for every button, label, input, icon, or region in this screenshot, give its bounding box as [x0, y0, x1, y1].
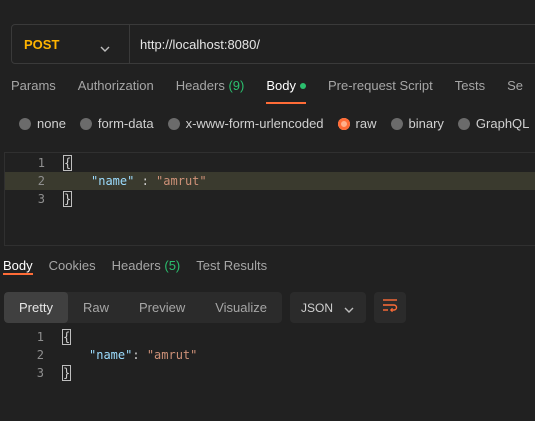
line-number: 1: [37, 156, 45, 170]
chevron-down-icon: [344, 303, 354, 317]
radio-circle-icon: [167, 117, 180, 130]
tab-label: Authorization: [77, 78, 154, 93]
url-input[interactable]: http://localhost:8080/: [130, 37, 260, 52]
tab-tests[interactable]: Tests: [455, 78, 485, 102]
radio-circle-icon: [19, 117, 31, 130]
tab-params[interactable]: Params: [11, 78, 56, 102]
tab-label: Body: [266, 78, 296, 93]
tab-body[interactable]: Body: [266, 78, 306, 104]
tab-headers[interactable]: Headers (9): [176, 78, 245, 102]
radio-none[interactable]: none: [19, 116, 66, 131]
format-select[interactable]: JSON: [290, 292, 367, 323]
json-value: "amrut": [156, 174, 207, 188]
method-label: POST: [24, 36, 60, 52]
url-bar: POST http://localhost:8080/: [11, 24, 535, 64]
json-value: "amrut": [146, 348, 198, 362]
code-line: 3 }: [4, 364, 535, 382]
json-key: "name": [91, 174, 135, 188]
radio-circle-icon: [457, 117, 470, 130]
response-body-viewer[interactable]: 1 { 2 "name": "amrut" 3 }: [4, 328, 535, 388]
code-line: 1 {: [5, 154, 535, 172]
format-label: JSON: [301, 300, 334, 315]
wrap-lines-icon: [382, 298, 398, 317]
tab-pre-request-script[interactable]: Pre-request Script: [328, 78, 433, 102]
line-number: 2: [37, 174, 45, 188]
response-tab-headers[interactable]: Headers (5): [112, 258, 181, 273]
open-brace: {: [62, 329, 72, 345]
radio-selected-icon: [337, 117, 350, 130]
tab-label: Params: [11, 78, 56, 93]
response-tabs: Body Cookies Headers (5) Test Results: [3, 258, 283, 275]
response-tab-cookies[interactable]: Cookies: [49, 258, 96, 273]
radio-label: binary: [408, 116, 444, 131]
radio-form-data[interactable]: form-data: [79, 116, 154, 131]
code-line: 1 {: [4, 328, 535, 346]
radio-label: raw: [355, 116, 377, 131]
tab-authorization[interactable]: Authorization: [78, 78, 154, 102]
view-mode-segmented: Pretty Raw Preview Visualize: [4, 292, 283, 323]
view-visualize[interactable]: Visualize: [200, 292, 282, 323]
radio-label: form-data: [97, 116, 154, 131]
tab-label: Pre-request Script: [327, 78, 433, 93]
open-brace: {: [63, 155, 73, 171]
json-separator: :: [132, 348, 147, 362]
tab-label: Headers: [111, 258, 161, 273]
modified-dot-icon: [299, 82, 306, 89]
close-brace: }: [63, 191, 73, 207]
view-pretty[interactable]: Pretty: [4, 292, 68, 323]
line-number: 3: [36, 366, 44, 380]
tab-label: Body: [3, 258, 33, 273]
request-body-editor[interactable]: 1 { 2 "name" : "amrut" 3 }: [4, 152, 535, 246]
headers-count: (5): [164, 258, 181, 273]
chevron-down-icon: [100, 40, 110, 58]
response-toolbar: Pretty Raw Preview Visualize JSON: [4, 292, 407, 323]
radio-label: none: [37, 116, 66, 131]
tab-label: Headers: [175, 78, 225, 93]
json-separator: :: [134, 174, 157, 188]
radio-circle-icon: [390, 117, 403, 130]
json-key: "name": [89, 348, 133, 362]
radio-urlencoded[interactable]: x-www-form-urlencoded: [167, 116, 324, 131]
code-line: 3 }: [5, 190, 535, 208]
view-preview[interactable]: Preview: [124, 292, 200, 323]
tab-label: Test Results: [196, 258, 268, 273]
code-line-active: 2 "name" : "amrut": [5, 172, 535, 190]
radio-circle-icon: [79, 117, 92, 130]
view-raw[interactable]: Raw: [68, 292, 124, 323]
line-number: 2: [36, 348, 44, 362]
response-tab-test-results[interactable]: Test Results: [196, 258, 267, 273]
radio-binary[interactable]: binary: [390, 116, 444, 131]
tab-label: Tests: [454, 78, 486, 93]
request-tabs: Params Authorization Headers (9) Body Pr…: [11, 78, 535, 104]
wrap-lines-button[interactable]: [374, 292, 407, 323]
tab-settings[interactable]: Se: [507, 78, 523, 102]
tab-label: Cookies: [48, 258, 96, 273]
code-line: 2 "name": "amrut": [4, 346, 535, 364]
close-brace: }: [62, 365, 72, 381]
radio-label: GraphQL: [475, 116, 530, 131]
radio-label: x-www-form-urlencoded: [185, 116, 324, 131]
radio-graphql[interactable]: GraphQL: [457, 116, 530, 131]
response-tab-body[interactable]: Body: [3, 258, 33, 275]
tab-label: Se: [507, 78, 523, 93]
line-number: 1: [36, 330, 44, 344]
method-select[interactable]: POST: [12, 25, 130, 63]
body-type-radios: none form-data x-www-form-urlencoded raw…: [19, 116, 535, 131]
line-number: 3: [37, 192, 45, 206]
radio-raw[interactable]: raw: [337, 116, 377, 131]
headers-count: (9): [228, 78, 245, 93]
